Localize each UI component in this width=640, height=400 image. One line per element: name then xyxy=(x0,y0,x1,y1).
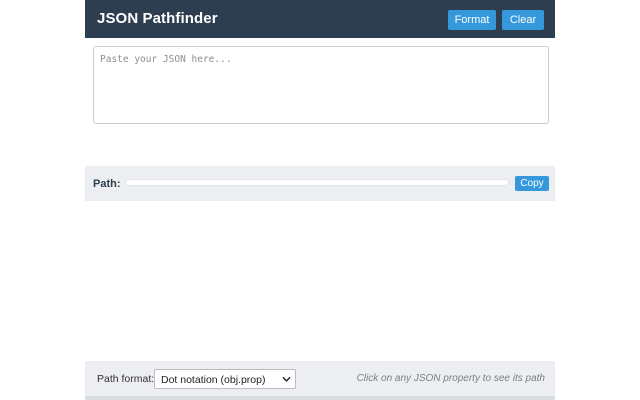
path-output[interactable] xyxy=(125,179,509,186)
json-input[interactable] xyxy=(93,46,549,124)
chevron-down-icon xyxy=(282,376,291,382)
bottom-divider xyxy=(85,396,555,400)
path-format-label: Path format: xyxy=(97,373,155,385)
path-bar: Path: Copy xyxy=(85,166,555,201)
app-title: JSON Pathfinder xyxy=(97,10,218,27)
path-hint-text: Click on any JSON property to see its pa… xyxy=(356,373,545,384)
path-label: Path: xyxy=(93,178,121,190)
copy-button[interactable]: Copy xyxy=(515,176,549,191)
path-format-select[interactable]: Dot notation (obj.prop) xyxy=(154,369,296,389)
path-format-selected-value: Dot notation (obj.prop) xyxy=(161,374,266,386)
app-container: JSON Pathfinder Format Clear Path: Copy … xyxy=(85,0,555,400)
format-button[interactable]: Format xyxy=(448,10,496,30)
footer-bar: Path format: Dot notation (obj.prop) Cli… xyxy=(85,361,555,396)
header-bar: JSON Pathfinder Format Clear xyxy=(85,0,555,38)
clear-button[interactable]: Clear xyxy=(502,10,544,30)
